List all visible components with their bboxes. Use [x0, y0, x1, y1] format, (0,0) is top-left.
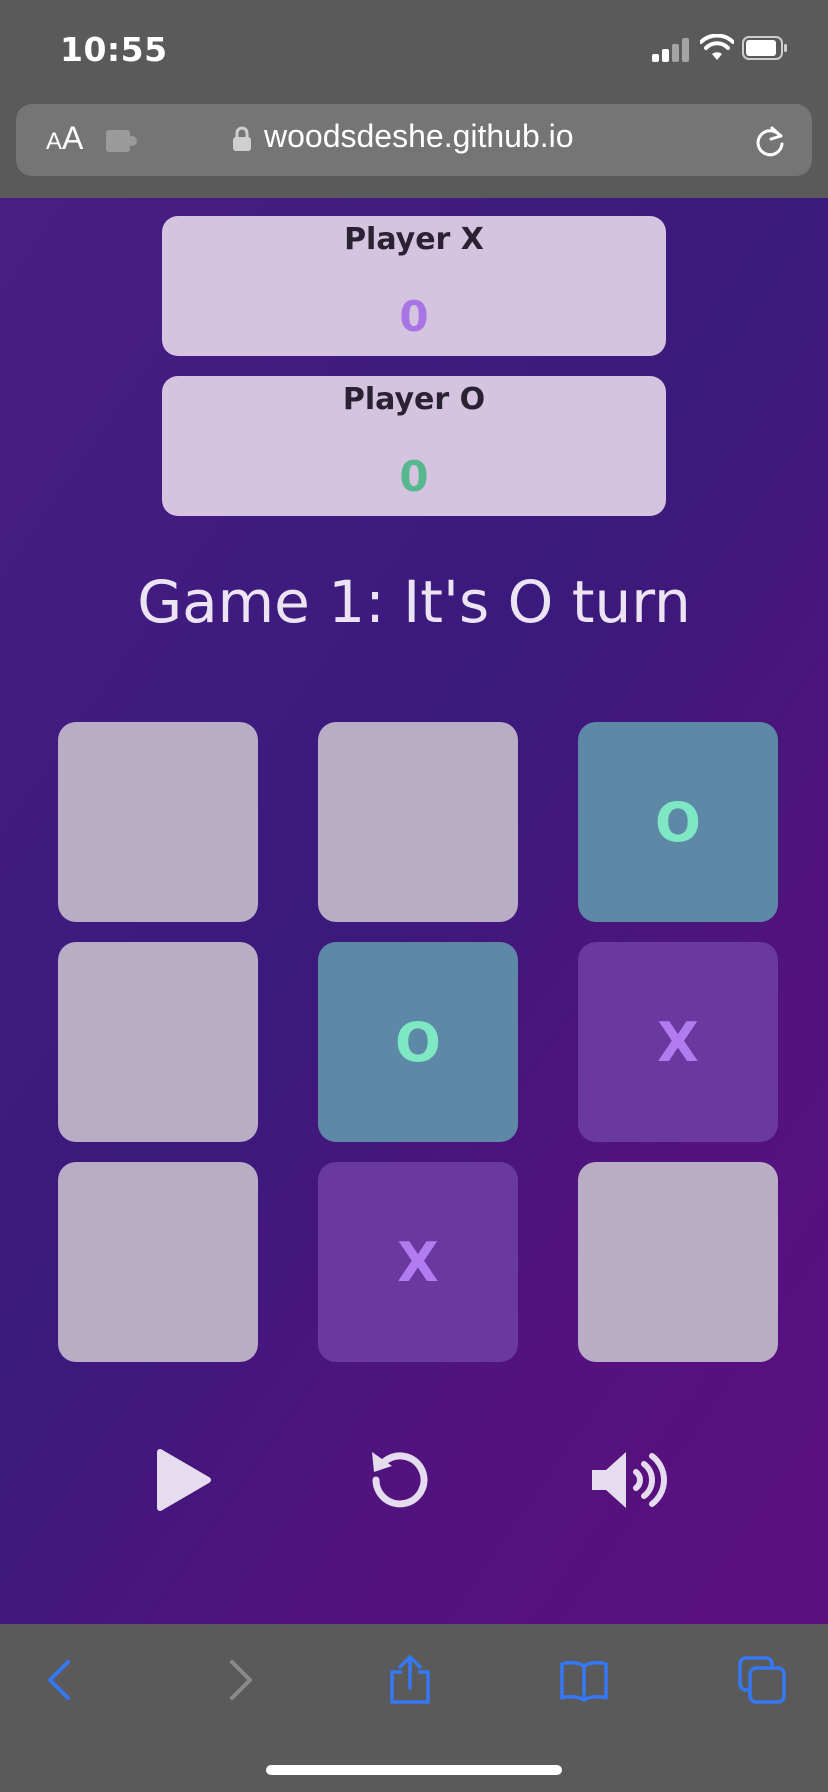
home-indicator [266, 1765, 562, 1775]
score-value-o: 0 [399, 452, 429, 501]
bookmarks-icon[interactable] [558, 1654, 610, 1706]
ios-status-bar: 10:55 [0, 0, 828, 100]
browser-address-area: AA woodsdeshe.github.io [0, 100, 828, 198]
tabs-icon[interactable] [736, 1654, 788, 1706]
board-cell[interactable]: O [578, 722, 778, 922]
score-card-player-o: Player O 0 [162, 376, 666, 516]
board-cell[interactable]: O [318, 942, 518, 1142]
forward-icon[interactable] [212, 1654, 264, 1706]
lock-icon [233, 126, 251, 151]
board-cell[interactable] [58, 1162, 258, 1362]
battery-icon [742, 36, 787, 60]
reader-text-size-button[interactable]: AA [46, 120, 83, 157]
score-value-x: 0 [399, 292, 429, 341]
wifi-icon [700, 34, 734, 60]
board-cell[interactable] [318, 722, 518, 922]
sound-icon[interactable] [588, 1444, 672, 1516]
board-cell[interactable] [58, 942, 258, 1142]
score-card-player-x: Player X 0 [162, 216, 666, 356]
cellular-signal-icon [652, 38, 690, 62]
puzzle-extension-icon[interactable] [104, 128, 138, 154]
share-icon[interactable] [384, 1654, 436, 1706]
address-bar[interactable]: AA woodsdeshe.github.io [16, 104, 812, 176]
game-page: Player X 0 Player O 0 Game 1: It's O tur… [0, 198, 828, 1624]
board-cell[interactable]: X [578, 942, 778, 1142]
play-icon[interactable] [146, 1444, 218, 1516]
board-cell[interactable] [58, 722, 258, 922]
board-cell[interactable] [578, 1162, 778, 1362]
game-controls [0, 1444, 828, 1544]
status-time: 10:55 [60, 30, 168, 69]
reload-icon[interactable] [752, 124, 788, 160]
browser-toolbar [0, 1624, 828, 1792]
score-label-o: Player O [342, 382, 486, 417]
game-status: Game 1: It's O turn [137, 568, 691, 636]
restart-icon[interactable] [362, 1444, 434, 1516]
back-icon[interactable] [36, 1654, 88, 1706]
board-cell[interactable]: X [318, 1162, 518, 1362]
url-text[interactable]: woodsdeshe.github.io [264, 118, 574, 155]
score-label-x: Player X [344, 222, 484, 257]
